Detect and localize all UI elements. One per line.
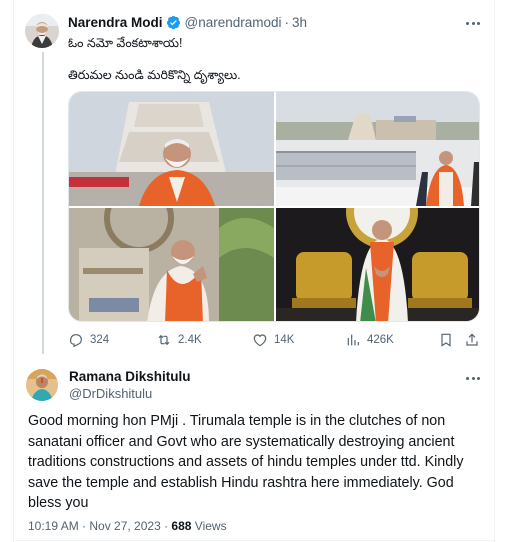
- author-handle[interactable]: @narendramodi: [185, 15, 282, 30]
- share-button[interactable]: [464, 332, 486, 348]
- narendra-modi-avatar[interactable]: [25, 14, 59, 48]
- thread-connector-line: [42, 52, 44, 354]
- reply-metadata: 10:19 AM · Nov 27, 2023 · 688 Views: [28, 519, 227, 533]
- bookmark-icon: [441, 333, 451, 347]
- share-icon: [466, 333, 478, 346]
- more-icon[interactable]: [463, 16, 483, 30]
- reply-icon: [70, 334, 82, 348]
- tweet-text-line1: ఓం నమో వేంకటాశాయ!: [68, 36, 183, 50]
- tweet-header: Narendra Modi @narendramodi · 3h: [68, 15, 307, 30]
- reply-text-line: sanatani officer and Govt who are system…: [28, 433, 455, 450]
- bookmark-button[interactable]: [438, 332, 460, 348]
- like-button[interactable]: 14K: [252, 332, 294, 348]
- repost-icon: [158, 334, 170, 346]
- media-photo-4[interactable]: [276, 208, 479, 321]
- media-photo-2[interactable]: [276, 92, 479, 206]
- views-icon: [347, 334, 359, 346]
- repost-count: 2.4K: [178, 334, 202, 346]
- reply-text-line: save the temple and establish Hindu rash…: [28, 474, 454, 491]
- author-name[interactable]: Narendra Modi: [68, 15, 163, 30]
- ramana-dikshitulu-avatar[interactable]: [26, 369, 58, 401]
- reply-text-line: Good morning hon PMji . Tirumala temple …: [28, 413, 446, 429]
- separator-dot: ·: [284, 15, 290, 30]
- bottom-divider: [14, 540, 494, 541]
- verified-badge-icon: [166, 15, 181, 30]
- reply-views-count: 688: [171, 519, 192, 533]
- tweet-action-bar: 324 2.4K 14K 426K: [68, 332, 480, 350]
- timeline-right-border: [494, 0, 495, 542]
- views-count: 426K: [367, 334, 394, 346]
- like-icon: [253, 334, 267, 347]
- repost-button[interactable]: 2.4K: [156, 332, 202, 348]
- timeline-left-border: [13, 0, 14, 542]
- views-button[interactable]: 426K: [345, 332, 394, 348]
- reply-text-line: traditions constructions and assets of h…: [28, 454, 464, 470]
- tweet-media-grid[interactable]: [68, 91, 480, 322]
- reply-timestamp[interactable]: 10:19 AM · Nov 27, 2023 ·: [28, 519, 171, 533]
- reply-text: Good morning hon PMji . Tirumala temple …: [28, 411, 480, 514]
- like-count: 14K: [274, 334, 295, 346]
- media-photo-3[interactable]: [69, 208, 274, 321]
- reply-button[interactable]: 324: [68, 332, 109, 348]
- tweet-time[interactable]: 3h: [292, 15, 307, 30]
- tweet-text-line2: తిరుమల నుండి మరికొన్ని దృశ్యాలు.: [68, 68, 241, 82]
- reply-author-handle[interactable]: @DrDikshitulu: [69, 386, 152, 401]
- reply-views-label: Views: [191, 519, 227, 533]
- reply-count: 324: [90, 334, 110, 346]
- reply-text-line: bless you: [28, 495, 89, 511]
- media-photo-1[interactable]: [69, 92, 274, 206]
- reply-more-icon[interactable]: [463, 371, 483, 385]
- reply-author-name[interactable]: Ramana Dikshitulu: [69, 369, 191, 384]
